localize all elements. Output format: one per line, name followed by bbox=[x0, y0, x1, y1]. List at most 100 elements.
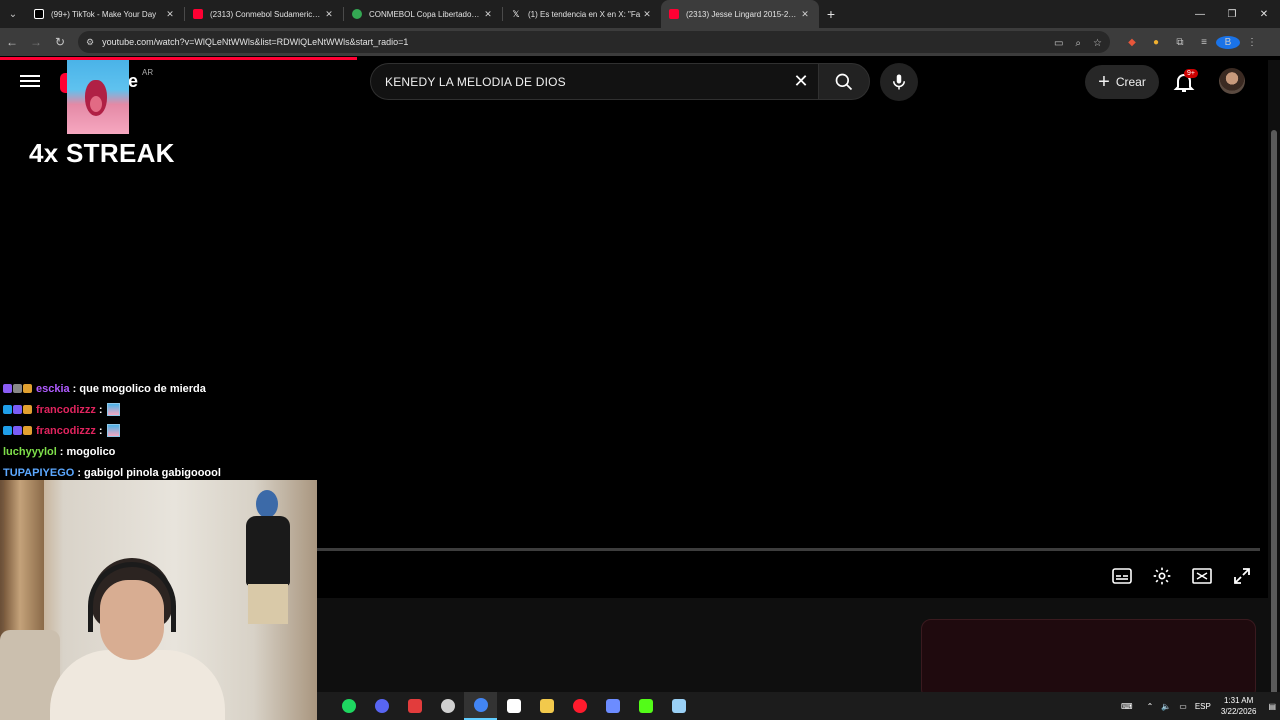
window-controls: — ❐ ✕ bbox=[1184, 0, 1280, 28]
chrome-icon[interactable] bbox=[464, 692, 497, 720]
x-favicon-icon: 𝕏 bbox=[512, 9, 520, 19]
chat-message: francodizzz: bbox=[3, 420, 323, 441]
page-scrollbar[interactable] bbox=[1268, 60, 1280, 708]
create-label: Crear bbox=[1115, 75, 1146, 89]
webcam-feed bbox=[0, 480, 317, 720]
tab-close-icon[interactable]: ✕ bbox=[641, 9, 653, 20]
youtube-logo-text[interactable]: e bbox=[128, 71, 138, 92]
search-icon bbox=[835, 73, 853, 90]
chat-text: : que mogolico de mierda bbox=[72, 382, 206, 395]
search-button[interactable] bbox=[818, 63, 870, 100]
chat-username: esckia bbox=[36, 382, 70, 395]
chat-text: : gabigol pinola gabigooool bbox=[77, 466, 221, 479]
subtitles-icon[interactable] bbox=[1102, 564, 1142, 588]
reload-button[interactable]: ↻ bbox=[48, 30, 72, 54]
url-text[interactable]: youtube.com/watch?v=WlQLeNtWWls&list=RDW… bbox=[102, 37, 1042, 47]
forward-button[interactable]: → bbox=[24, 30, 48, 54]
restore-icon[interactable]: ❐ bbox=[1216, 0, 1248, 28]
notification-center-icon[interactable]: ▤ bbox=[1268, 702, 1276, 711]
conmebol-favicon-icon bbox=[352, 9, 362, 19]
avatar[interactable] bbox=[1219, 68, 1245, 94]
video-progress-bar[interactable] bbox=[317, 548, 1260, 551]
language-indicator[interactable]: ESP bbox=[1195, 702, 1211, 711]
clear-search-icon[interactable]: ✕ bbox=[788, 69, 814, 95]
settings-gear-icon[interactable] bbox=[1142, 564, 1182, 588]
taskbar-clock[interactable]: 1:31 AM 3/22/2026 bbox=[1221, 695, 1257, 717]
browser-tab[interactable]: 𝕏 (1) Es tendencia en X en X: "Fa ✕ bbox=[503, 0, 661, 28]
chat-message: esckia: que mogolico de mierda bbox=[3, 378, 323, 399]
tab-close-icon[interactable]: ✕ bbox=[799, 9, 811, 20]
chat-username: francodizzz bbox=[36, 403, 96, 416]
youtube-favicon-icon bbox=[669, 9, 679, 19]
taskbar-apps bbox=[332, 692, 695, 720]
theater-mode-icon[interactable] bbox=[1182, 564, 1222, 588]
voice-search-button[interactable] bbox=[880, 63, 918, 101]
tab-title: CONMEBOL Copa Libertadores bbox=[369, 9, 482, 19]
app-icon[interactable] bbox=[596, 692, 629, 720]
extension-icon[interactable]: ◆ bbox=[1120, 37, 1144, 48]
create-button[interactable]: + Crear bbox=[1085, 65, 1159, 99]
chat-username: luchyyylol bbox=[3, 445, 57, 458]
opera-icon[interactable] bbox=[563, 692, 596, 720]
tray-chevron-icon[interactable]: ⌃ bbox=[1147, 702, 1154, 711]
tab-close-icon[interactable]: ✕ bbox=[482, 9, 494, 20]
fullscreen-icon[interactable] bbox=[1222, 564, 1262, 588]
file-explorer-icon[interactable] bbox=[530, 692, 563, 720]
browser-tab[interactable]: (99+) TikTok - Make Your Day ✕ bbox=[26, 0, 184, 28]
player-controls bbox=[1102, 564, 1262, 588]
tab-search-icon[interactable]: ⌄ bbox=[0, 0, 26, 28]
install-app-icon[interactable]: ▭ bbox=[1054, 38, 1063, 49]
browser-tab-strip: ⌄ (99+) TikTok - Make Your Day ✕ (2313) … bbox=[0, 0, 1280, 28]
chat-badge-icon bbox=[23, 384, 32, 393]
tab-close-icon[interactable]: ✕ bbox=[323, 9, 335, 20]
bookmark-star-icon[interactable]: ☆ bbox=[1093, 38, 1102, 49]
microphone-icon bbox=[893, 74, 905, 90]
media-controls-icon[interactable]: ≡ bbox=[1192, 37, 1216, 48]
browser-tab-active[interactable]: (2313) Jesse Lingard 2015-2017 ✕ bbox=[661, 0, 819, 28]
windows-taskbar: ⌨ ⌃ 🔈 ▭ ESP 1:31 AM 3/22/2026 ▤ bbox=[317, 692, 1280, 720]
volume-icon[interactable]: 🔈 bbox=[1161, 702, 1171, 711]
scrollbar-thumb[interactable] bbox=[1271, 130, 1277, 708]
chat-message: francodizzz: bbox=[3, 399, 323, 420]
profile-icon[interactable]: B bbox=[1216, 35, 1240, 49]
search-input[interactable]: KENEDY LA MELODIA DE DIOS ✕ bbox=[370, 63, 820, 100]
discord-icon[interactable] bbox=[365, 692, 398, 720]
close-window-icon[interactable]: ✕ bbox=[1248, 0, 1280, 28]
sidebar-ad-card[interactable] bbox=[921, 619, 1256, 699]
network-icon[interactable]: ▭ bbox=[1179, 702, 1187, 711]
chat-username: francodizzz bbox=[36, 424, 96, 437]
plus-icon: + bbox=[1098, 70, 1110, 93]
browser-tab[interactable]: CONMEBOL Copa Libertadores ✕ bbox=[344, 0, 502, 28]
tab-close-icon[interactable]: ✕ bbox=[164, 9, 176, 20]
chat-badges bbox=[3, 384, 33, 393]
spotify-icon[interactable] bbox=[332, 692, 365, 720]
capture-icon[interactable] bbox=[497, 692, 530, 720]
site-info-icon[interactable]: ⚙ bbox=[86, 37, 94, 48]
streak-emote-image bbox=[67, 60, 129, 134]
chrome-menu-icon[interactable]: ⋮ bbox=[1240, 37, 1264, 48]
new-tab-button[interactable]: + bbox=[819, 6, 843, 22]
browser-tab[interactable]: (2313) Conmebol Sudamericana ✕ bbox=[185, 0, 343, 28]
chat-badge-icon bbox=[3, 384, 12, 393]
extension-icon[interactable]: ● bbox=[1144, 37, 1168, 48]
extensions-puzzle-icon[interactable]: ⧉ bbox=[1168, 37, 1192, 48]
keyboard-icon[interactable]: ⌨ bbox=[1121, 702, 1133, 711]
chat-badge-icon bbox=[3, 405, 12, 414]
clock-date: 3/22/2026 bbox=[1220, 707, 1257, 716]
search-query[interactable]: KENEDY LA MELODIA DE DIOS bbox=[385, 75, 788, 89]
back-button[interactable]: ← bbox=[0, 30, 24, 54]
stream-chat-overlay: esckia: que mogolico de mierda francodizz… bbox=[3, 378, 323, 483]
browser-toolbar: ← → ↻ ⚙ youtube.com/watch?v=WlQLeNtWWls&… bbox=[0, 28, 1280, 56]
kick-icon[interactable] bbox=[629, 692, 662, 720]
chat-badge-icon bbox=[23, 426, 32, 435]
address-bar[interactable]: ⚙ youtube.com/watch?v=WlQLeNtWWls&list=R… bbox=[78, 31, 1110, 53]
clock-time: 1:31 AM bbox=[1223, 696, 1254, 705]
media-app-icon[interactable] bbox=[398, 692, 431, 720]
hamburger-menu-icon[interactable] bbox=[20, 72, 40, 92]
zoom-icon[interactable]: ⌕ bbox=[1075, 38, 1081, 49]
browser-app-icon[interactable] bbox=[431, 692, 464, 720]
notes-icon[interactable] bbox=[662, 692, 695, 720]
country-code: AR bbox=[142, 68, 154, 77]
chat-badge-icon bbox=[23, 405, 32, 414]
minimize-icon[interactable]: — bbox=[1184, 0, 1216, 28]
